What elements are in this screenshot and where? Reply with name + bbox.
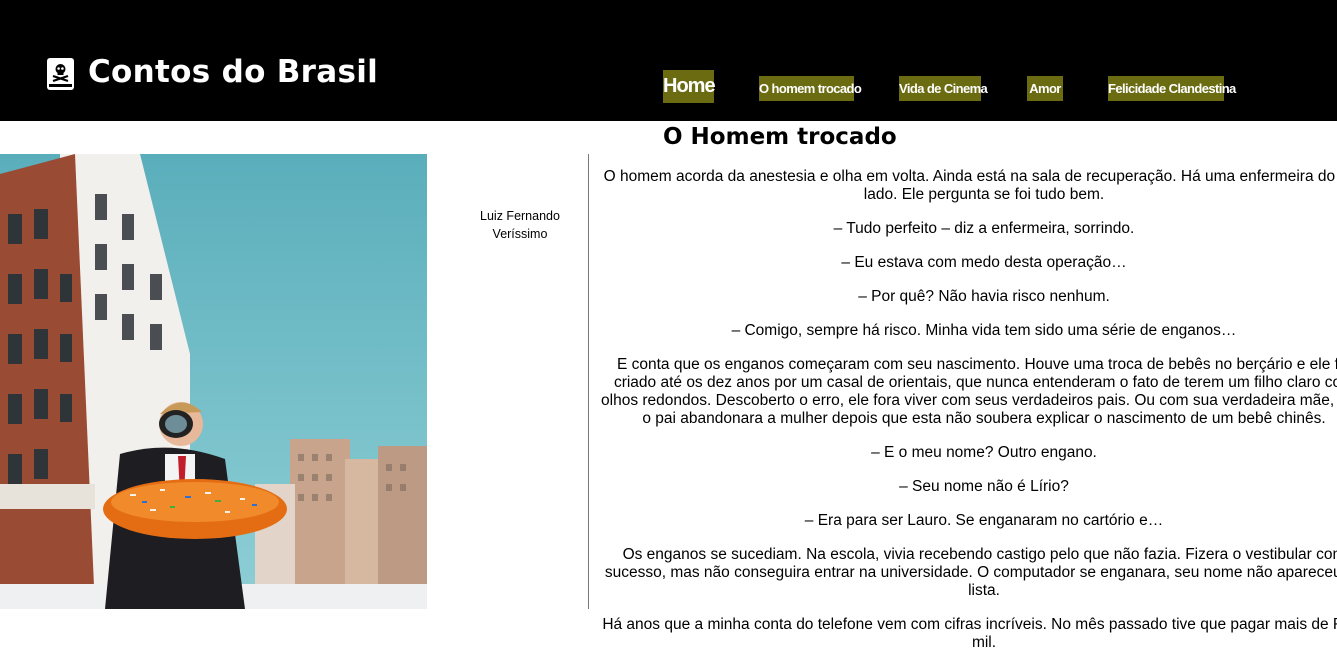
story-paragraph: – Por quê? Não havia risco nenhum. bbox=[858, 288, 1110, 305]
nav-amor[interactable]: Amor bbox=[1027, 76, 1063, 101]
story-paragraph: – Era para ser Lauro. Se enganaram no ca… bbox=[804, 512, 1164, 529]
story-paragraph: – Tudo perfeito – diz a enfermeira, sorr… bbox=[833, 220, 1135, 237]
story-illustration bbox=[0, 154, 427, 609]
site-header: Contos do Brasil Home O homem trocado Vi… bbox=[0, 0, 1337, 121]
story-paragraph: Os enganos se sucediam. Na escola, vivia… bbox=[604, 546, 1337, 599]
author-line-1: Luiz Fernando bbox=[480, 209, 560, 223]
site-brand[interactable]: Contos do Brasil bbox=[88, 54, 378, 90]
story-paragraph: – Eu estava com medo desta operação… bbox=[841, 254, 1127, 271]
story-title: O Homem trocado bbox=[663, 124, 897, 150]
author-line-2: Veríssimo bbox=[492, 227, 548, 241]
nav-home[interactable]: Home bbox=[663, 70, 716, 103]
story-paragraph: – Comigo, sempre há risco. Minha vida te… bbox=[731, 322, 1237, 339]
story-text: O homem acorda da anestesia e olha em vo… bbox=[600, 168, 1337, 668]
author-credit: Luiz Fernando Veríssimo bbox=[440, 207, 600, 243]
story-paragraph: – Seu nome não é Lírio? bbox=[899, 478, 1069, 495]
nav-vida-de-cinema[interactable]: Vida de Cinema bbox=[899, 76, 988, 101]
story-paragraph: – E o meu nome? Outro engano. bbox=[871, 444, 1097, 461]
story-paragraph: O homem acorda da anestesia e olha em vo… bbox=[603, 168, 1337, 203]
nav-felicidade-clandestina[interactable]: Felicidade Clandestina bbox=[1108, 76, 1236, 101]
column-divider bbox=[588, 154, 589, 609]
story-paragraph: E conta que os enganos começaram com seu… bbox=[601, 356, 1337, 427]
book-skull-icon[interactable] bbox=[46, 57, 75, 91]
story-paragraph: Há anos que a minha conta do telefone ve… bbox=[602, 616, 1337, 651]
nav-o-homem-trocado[interactable]: O homem trocado bbox=[759, 76, 862, 101]
